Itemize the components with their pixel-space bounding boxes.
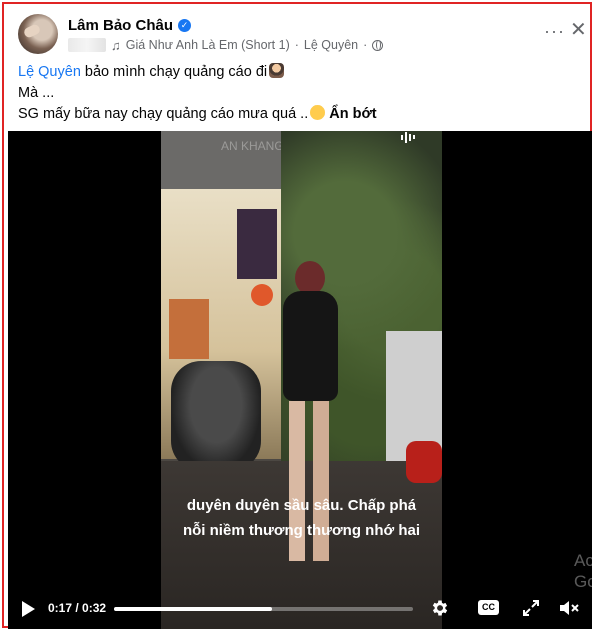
red-bag	[406, 441, 442, 483]
cc-icon[interactable]: CC	[478, 600, 499, 615]
post-header: Lâm Bảo Châu ✓ ♫ Giá Như Anh Là Em (Shor…	[18, 14, 588, 58]
meta-separator: ·	[363, 38, 368, 52]
video-controls: 0:17 / 0:32 CC	[8, 589, 592, 629]
author-name[interactable]: Lâm Bảo Châu	[68, 17, 173, 34]
settings-gear-icon[interactable]	[430, 598, 450, 618]
blurred-timestamp	[68, 38, 106, 52]
avatar[interactable]	[18, 14, 58, 54]
video-subtitle: duyên duyên sầu sâu. Chấp phá nỗi niềm t…	[161, 493, 442, 543]
progress-bar[interactable]	[114, 607, 413, 611]
side-overlay-text: Ac Go	[574, 551, 592, 591]
video-frame: AN KHANG ĐIỆN	[161, 131, 442, 629]
song-title[interactable]: Giá Như Anh Là Em (Short 1)	[126, 38, 290, 52]
duration: 0:32	[82, 601, 107, 615]
close-icon[interactable]: ✕	[570, 20, 587, 40]
post-meta: ♫ Giá Như Anh Là Em (Short 1) · Lệ Quyên…	[68, 36, 384, 54]
subtitle-line-2: nỗi niềm thương thương nhớ hai	[182, 522, 421, 539]
post-text: Lệ Quyên bảo mình chạy quảng cáo đi Mà .…	[18, 62, 584, 125]
play-icon[interactable]	[22, 601, 35, 617]
post-line-3-text: SG mấy bữa nay chạy quảng cáo mưa quá ..	[18, 106, 309, 122]
post-line-1: Lệ Quyên bảo mình chạy quảng cáo đi	[18, 62, 584, 83]
post-line-3: SG mấy bữa nay chạy quảng cáo mưa quá ..…	[18, 104, 584, 125]
verified-badge-icon: ✓	[178, 18, 192, 32]
progress-fill	[114, 607, 273, 611]
post-card: Lâm Bảo Châu ✓ ♫ Giá Như Anh Là Em (Shor…	[2, 2, 592, 629]
song-artist[interactable]: Lệ Quyên	[304, 38, 358, 52]
mention-link[interactable]: Lệ Quyên	[18, 64, 81, 80]
time-display: 0:17 / 0:32	[48, 601, 106, 615]
post-line-2: Mà ...	[18, 85, 55, 101]
globe-icon[interactable]	[372, 39, 384, 51]
author-row: Lâm Bảo Châu ✓	[68, 15, 192, 35]
current-time: 0:17	[48, 601, 73, 615]
video-player[interactable]: AN KHANG ĐIỆN duyên duyên sầu sâu. Chấp …	[8, 131, 592, 629]
see-less-button[interactable]: Ẩn bớt	[329, 106, 376, 122]
time-separator: /	[72, 601, 83, 615]
subtitle-line-1: duyên duyên sầu sâu. Chấp phá	[186, 497, 417, 514]
more-options-icon[interactable]: ···	[544, 22, 565, 40]
audio-wave-icon	[401, 131, 417, 143]
person-emoji-icon	[269, 63, 285, 78]
fullscreen-icon[interactable]	[522, 599, 540, 617]
mute-icon[interactable]	[558, 599, 580, 617]
meta-separator: ·	[294, 38, 299, 52]
post-line-1-text: bảo mình chạy quảng cáo đi	[80, 64, 268, 80]
motorbike	[171, 361, 261, 471]
pleading-face-emoji-icon	[310, 105, 326, 120]
music-note-icon: ♫	[111, 37, 121, 53]
